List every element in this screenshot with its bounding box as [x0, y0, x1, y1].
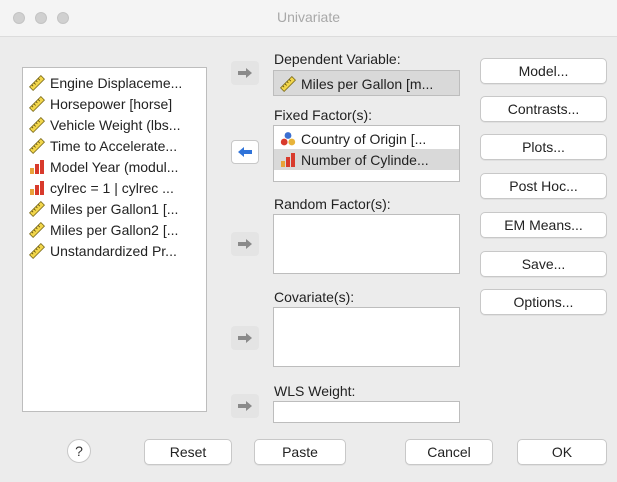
list-item-label: Time to Accelerate... [50, 137, 178, 154]
list-item-label: Number of Cylinde... [301, 151, 429, 168]
ordinal-bars-icon [281, 152, 295, 167]
window-title: Univariate [276, 9, 341, 25]
list-item-label: Horsepower [horse] [50, 95, 173, 112]
fixed-factors-list[interactable]: Country of Origin [... Number of Cylinde.… [273, 125, 460, 182]
scale-ruler-icon [29, 116, 45, 133]
em-means-button[interactable]: EM Means... [480, 212, 607, 238]
ordinal-bars-icon [30, 180, 44, 195]
list-item-label: Miles per Gallon2 [... [50, 221, 179, 238]
scale-ruler-icon [29, 242, 45, 259]
paste-button[interactable]: Paste [254, 439, 346, 465]
nominal-circles-icon [280, 131, 296, 145]
help-button[interactable]: ? [67, 439, 91, 463]
list-item-label: Unstandardized Pr... [50, 242, 177, 259]
scale-ruler-icon [280, 75, 296, 92]
ordinal-bars-icon [30, 159, 44, 174]
dependent-variable-value: Miles per Gallon [m... [301, 75, 434, 92]
covariate-label: Covariate(s): [274, 289, 355, 305]
list-item-label: Engine Displaceme... [50, 74, 183, 91]
list-item[interactable]: Vehicle Weight (lbs... [23, 114, 206, 135]
arrow-left-icon [238, 147, 252, 157]
scale-ruler-icon [29, 221, 45, 238]
source-variable-list[interactable]: Engine Displaceme... Horsepower [horse] Ve… [22, 67, 207, 412]
univariate-dialog: Univariate Engine Displaceme... Horsepowe… [0, 0, 617, 482]
contrasts-button[interactable]: Contrasts... [480, 96, 607, 122]
arrow-right-icon [238, 68, 252, 78]
list-item[interactable]: Horsepower [horse] [23, 93, 206, 114]
model-button[interactable]: Model... [480, 58, 607, 84]
list-item-label: Country of Origin [... [301, 130, 427, 147]
dependent-variable-field[interactable]: Miles per Gallon [m... [273, 70, 460, 96]
scale-ruler-icon [29, 74, 45, 91]
list-item[interactable]: cylrec = 1 | cylrec ... [23, 177, 206, 198]
list-item[interactable]: Miles per Gallon2 [... [23, 219, 206, 240]
wls-weight-label: WLS Weight: [274, 383, 356, 399]
fixed-factors-label: Fixed Factor(s): [274, 107, 373, 123]
move-to-wls-button[interactable] [231, 394, 259, 418]
move-to-covariate-button[interactable] [231, 326, 259, 350]
random-factors-list[interactable] [273, 214, 460, 274]
scale-ruler-icon [29, 95, 45, 112]
arrow-right-icon [238, 239, 252, 249]
move-to-dependent-button[interactable] [231, 61, 259, 85]
move-from-fixed-button[interactable] [231, 140, 259, 164]
save-button[interactable]: Save... [480, 251, 607, 277]
list-item-label: Vehicle Weight (lbs... [50, 116, 181, 133]
list-item[interactable]: Engine Displaceme... [23, 72, 206, 93]
list-item[interactable]: Unstandardized Pr... [23, 240, 206, 261]
scale-ruler-icon [29, 137, 45, 154]
cancel-button[interactable]: Cancel [405, 439, 493, 465]
random-factors-label: Random Factor(s): [274, 196, 391, 212]
list-item[interactable]: Time to Accelerate... [23, 135, 206, 156]
ok-button[interactable]: OK [517, 439, 607, 465]
list-item[interactable]: Miles per Gallon1 [... [23, 198, 206, 219]
arrow-right-icon [238, 401, 252, 411]
covariate-list[interactable] [273, 307, 460, 367]
list-item[interactable]: Country of Origin [... [274, 128, 459, 149]
reset-button[interactable]: Reset [144, 439, 232, 465]
list-item[interactable]: Number of Cylinde... [274, 149, 459, 170]
list-item-label: cylrec = 1 | cylrec ... [50, 179, 174, 196]
title-bar: Univariate [0, 0, 617, 37]
dependent-label: Dependent Variable: [274, 51, 401, 67]
list-item-label: Miles per Gallon1 [... [50, 200, 179, 217]
list-item[interactable]: Model Year (modul... [23, 156, 206, 177]
plots-button[interactable]: Plots... [480, 134, 607, 160]
list-item-label: Model Year (modul... [50, 158, 179, 175]
post-hoc-button[interactable]: Post Hoc... [480, 173, 607, 199]
wls-weight-field[interactable] [273, 401, 460, 423]
options-button[interactable]: Options... [480, 289, 607, 315]
scale-ruler-icon [29, 200, 45, 217]
move-to-random-button[interactable] [231, 232, 259, 256]
arrow-right-icon [238, 333, 252, 343]
